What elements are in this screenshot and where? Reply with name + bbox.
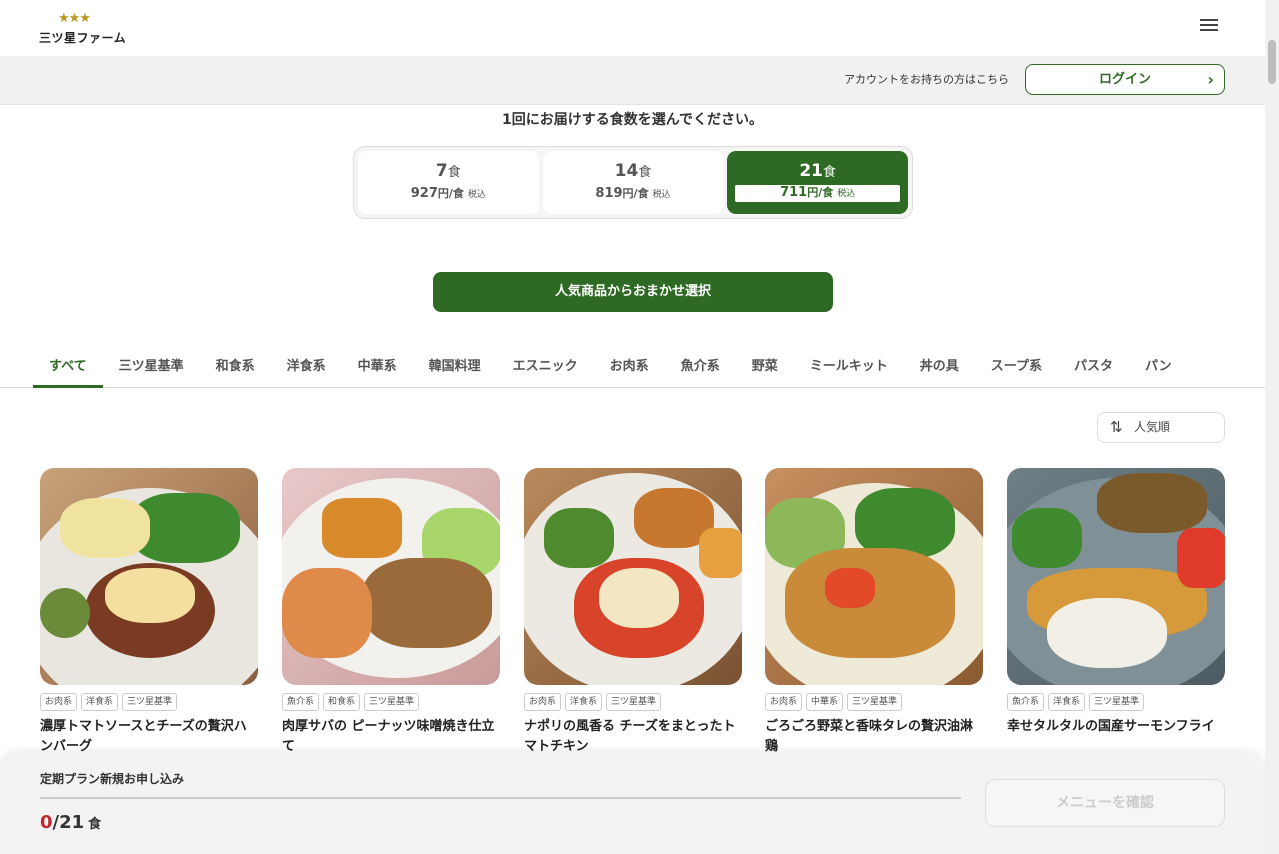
tab-pasta[interactable]: パスタ xyxy=(1058,348,1129,388)
login-button[interactable]: ログイン › xyxy=(1025,64,1225,95)
progress-track xyxy=(40,797,961,799)
product-tag: お肉系 xyxy=(524,693,562,711)
sort-label: 人気順 xyxy=(1134,420,1171,434)
tab-vegetable[interactable]: 野菜 xyxy=(736,348,794,388)
product-card[interactable]: お肉系 中華系 三ツ星基準 ごろごろ野菜と香味タレの贅沢油淋鶏 xyxy=(765,468,983,757)
selected-count: 0 xyxy=(40,812,53,833)
account-bar: アカウントをお持ちの方はこちら ログイン › xyxy=(0,56,1265,105)
product-tag: 洋食系 xyxy=(565,693,603,711)
counter-unit: 食 xyxy=(88,817,102,832)
plan-price: 927円/食 税込 xyxy=(410,186,486,201)
tab-donburi[interactable]: 丼の具 xyxy=(904,348,975,388)
plan-price: 819円/食 税込 xyxy=(595,186,671,201)
product-tag: 洋食系 xyxy=(1048,693,1086,711)
tab-all[interactable]: すべて xyxy=(33,348,103,388)
tab-soup[interactable]: スープ系 xyxy=(975,348,1058,388)
product-tag: 魚介系 xyxy=(1007,693,1045,711)
page: ★★★ 三ツ星ファーム アカウントをお持ちの方はこちら ログイン › 1回にお届… xyxy=(0,0,1279,854)
product-tags: 魚介系 洋食系 三ツ星基準 xyxy=(1007,693,1225,711)
login-button-label: ログイン xyxy=(1098,72,1151,87)
total-count: /21 xyxy=(52,812,85,833)
tab-bread[interactable]: パン xyxy=(1129,348,1188,388)
tab-ethnic[interactable]: エスニック xyxy=(497,348,594,388)
plan-count: 14食 xyxy=(614,161,652,181)
omakase-select-button[interactable]: 人気商品からおまかせ選択 xyxy=(433,272,833,312)
product-title[interactable]: 濃厚トマトソースとチーズの贅沢ハンバーグ xyxy=(40,717,258,757)
tab-meat[interactable]: お肉系 xyxy=(594,348,665,388)
plan-count: 21食 xyxy=(799,161,837,181)
product-image[interactable] xyxy=(40,468,258,685)
sort-button[interactable]: ⇅ 人気順 xyxy=(1097,412,1225,443)
product-title[interactable]: 幸せタルタルの国産サーモンフライ xyxy=(1007,717,1225,737)
header: ★★★ 三ツ星ファーム xyxy=(0,0,1265,56)
product-title[interactable]: ごろごろ野菜と香味タレの贅沢油淋鶏 xyxy=(765,717,983,757)
plan-price: 711円/食 税込 xyxy=(735,185,901,202)
plan-select-title: 1回にお届けする食数を選んでください。 xyxy=(501,112,764,128)
tab-seafood[interactable]: 魚介系 xyxy=(665,348,736,388)
plan-option-7[interactable]: 7食 927円/食 税込 xyxy=(358,151,539,214)
product-tag: 三ツ星基準 xyxy=(1089,693,1145,711)
plan-count: 7食 xyxy=(435,161,461,181)
product-tags: お肉系 中華系 三ツ星基準 xyxy=(765,693,983,711)
scrollbar-thumb[interactable] xyxy=(1268,40,1276,84)
product-tags: お肉系 洋食系 三ツ星基準 xyxy=(524,693,742,711)
tab-japanese[interactable]: 和食系 xyxy=(200,348,271,388)
logo[interactable]: ★★★ 三ツ星ファーム xyxy=(39,12,129,46)
product-tag: 三ツ星基準 xyxy=(606,693,662,711)
product-image[interactable] xyxy=(524,468,742,685)
product-tags: お肉系 洋食系 三ツ星基準 xyxy=(40,693,258,711)
tab-mitsuboshi-standard[interactable]: 三ツ星基準 xyxy=(103,348,200,388)
sort-arrows-icon: ⇅ xyxy=(1110,418,1123,436)
subscription-bar: 定期プラン新規お申し込み 0/21 食 メニューを確認 xyxy=(0,752,1265,854)
product-tag: 三ツ星基準 xyxy=(847,693,903,711)
product-tag: お肉系 xyxy=(765,693,803,711)
product-title[interactable]: 肉厚サバの ピーナッツ味噌焼き仕立て xyxy=(282,717,500,757)
product-tag: 魚介系 xyxy=(282,693,320,711)
subscription-title: 定期プラン新規お申し込み xyxy=(40,772,185,786)
product-tag: 洋食系 xyxy=(81,693,119,711)
product-tag: 中華系 xyxy=(806,693,844,711)
plan-selector: 7食 927円/食 税込 14食 819円/食 税込 21食 711円/食 税込 xyxy=(353,146,913,219)
product-tags: 魚介系 和食系 三ツ星基準 xyxy=(282,693,500,711)
product-card[interactable]: 魚介系 洋食系 三ツ星基準 幸せタルタルの国産サーモンフライ xyxy=(1007,468,1225,737)
product-tag: お肉系 xyxy=(40,693,78,711)
product-tag: 和食系 xyxy=(323,693,361,711)
logo-stars-icon: ★★★ xyxy=(58,11,91,26)
tab-korean[interactable]: 韓国料理 xyxy=(413,348,497,388)
confirm-menu-button[interactable]: メニューを確認 xyxy=(985,779,1225,827)
product-card[interactable]: 魚介系 和食系 三ツ星基準 肉厚サバの ピーナッツ味噌焼き仕立て xyxy=(282,468,500,757)
hamburger-menu-icon[interactable] xyxy=(1196,16,1222,40)
product-title[interactable]: ナポリの風香る チーズをまとったトマトチキン xyxy=(524,717,742,757)
meal-counter: 0/21 食 xyxy=(40,812,101,833)
product-card[interactable]: お肉系 洋食系 三ツ星基準 濃厚トマトソースとチーズの贅沢ハンバーグ xyxy=(40,468,258,757)
tab-meal-kit[interactable]: ミールキット xyxy=(794,348,904,388)
plan-option-21[interactable]: 21食 711円/食 税込 xyxy=(727,151,909,214)
plan-option-14[interactable]: 14食 819円/食 税込 xyxy=(542,151,724,214)
product-tag: 三ツ星基準 xyxy=(364,693,420,711)
tab-chinese[interactable]: 中華系 xyxy=(342,348,413,388)
product-card[interactable]: お肉系 洋食系 三ツ星基準 ナポリの風香る チーズをまとったトマトチキン xyxy=(524,468,742,757)
product-image[interactable] xyxy=(765,468,983,685)
chevron-right-icon: › xyxy=(1207,70,1214,89)
scrollbar[interactable] xyxy=(1265,0,1279,854)
tab-western[interactable]: 洋食系 xyxy=(271,348,342,388)
product-tag: 三ツ星基準 xyxy=(122,693,178,711)
account-prompt: アカウントをお持ちの方はこちら xyxy=(844,73,1009,86)
category-tabs: すべて 三ツ星基準 和食系 洋食系 中華系 韓国料理 エスニック お肉系 魚介系… xyxy=(33,348,1233,388)
product-image[interactable] xyxy=(1007,468,1225,685)
product-image[interactable] xyxy=(282,468,500,685)
logo-text: 三ツ星ファーム xyxy=(39,31,127,45)
